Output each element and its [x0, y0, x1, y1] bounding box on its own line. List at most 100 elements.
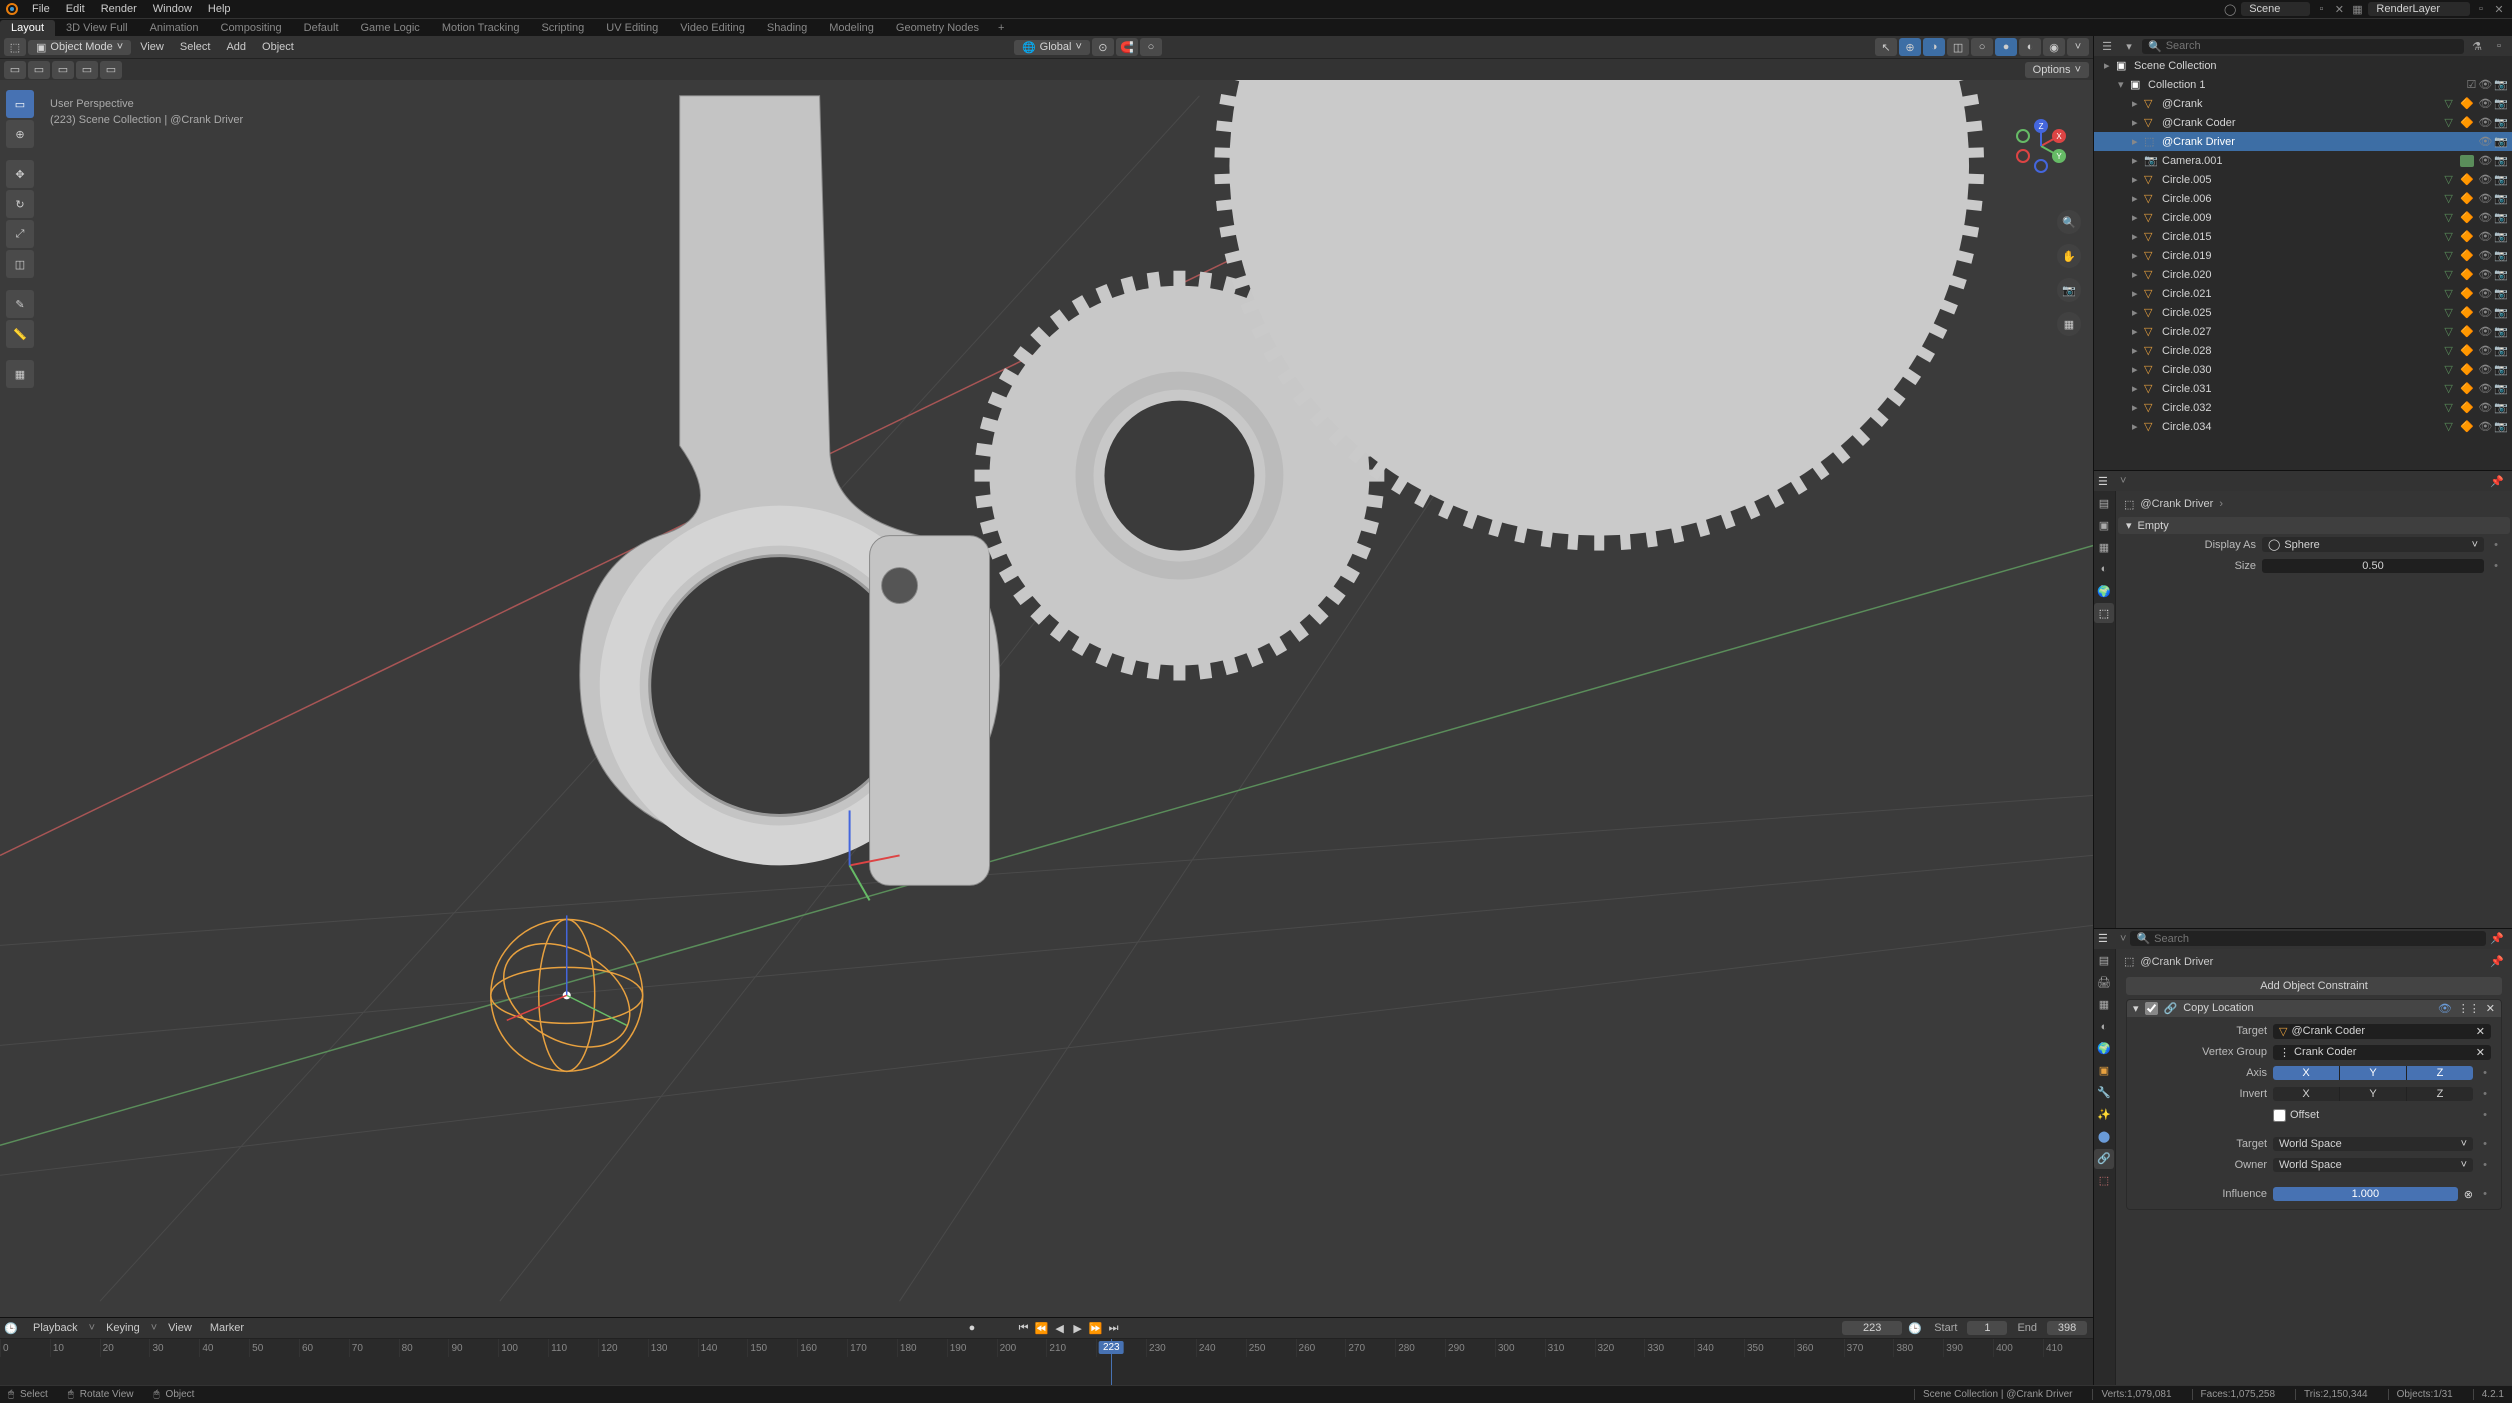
- outliner-row[interactable]: ▸ ▽ Circle.020 ▽🔶 👁📷: [2094, 265, 2512, 284]
- viewport-menu-view[interactable]: View: [133, 41, 171, 53]
- tool-scale[interactable]: ⤢: [6, 220, 34, 248]
- panel-empty-header[interactable]: ▾ Empty: [2118, 517, 2510, 534]
- expand-icon[interactable]: ▸: [2132, 97, 2142, 110]
- pin-icon[interactable]: 📌: [2490, 955, 2504, 968]
- eye-icon[interactable]: 👁: [2478, 211, 2492, 224]
- checkbox-icon[interactable]: ☑: [2466, 78, 2476, 91]
- timeline-menu-playback[interactable]: Playback: [26, 1322, 85, 1334]
- select-mode-set-icon[interactable]: ▭: [4, 61, 26, 79]
- eye-icon[interactable]: 👁: [2478, 420, 2492, 433]
- timeline-menu-keying[interactable]: Keying: [99, 1322, 147, 1334]
- next-keyframe-icon[interactable]: ⏩: [1087, 1320, 1105, 1336]
- menu-window[interactable]: Window: [145, 3, 200, 15]
- outliner-row[interactable]: ▸ ▽ Circle.034 ▽🔶 👁📷: [2094, 417, 2512, 436]
- tool-transform[interactable]: ◫: [6, 250, 34, 278]
- outliner-search-input[interactable]: [2166, 40, 2458, 52]
- eye-icon[interactable]: 👁: [2478, 306, 2492, 319]
- workspace-tab[interactable]: Video Editing: [669, 20, 756, 36]
- workspace-tab[interactable]: Modeling: [818, 20, 885, 36]
- tab-render-icon[interactable]: ▤: [2094, 951, 2114, 971]
- render-icon[interactable]: 📷: [2494, 230, 2508, 243]
- eye-icon[interactable]: 👁: [2478, 287, 2492, 300]
- outliner-row[interactable]: ▸ 📷 Camera.001 👁📷: [2094, 151, 2512, 170]
- tab-viewlayer-icon[interactable]: ▦: [2094, 537, 2114, 557]
- menu-file[interactable]: File: [24, 3, 58, 15]
- tool-rotate[interactable]: ↻: [6, 190, 34, 218]
- render-icon[interactable]: 📷: [2494, 211, 2508, 224]
- eye-icon[interactable]: 👁: [2478, 135, 2492, 148]
- constraint-name[interactable]: Copy Location: [2183, 1002, 2432, 1014]
- axis-y-toggle[interactable]: Y: [2340, 1066, 2407, 1080]
- close-icon[interactable]: ✕: [2476, 1025, 2485, 1038]
- render-icon[interactable]: 📷: [2494, 325, 2508, 338]
- eye-icon[interactable]: 👁: [2478, 173, 2492, 186]
- render-icon[interactable]: 📷: [2494, 363, 2508, 376]
- workspace-tab[interactable]: Game Logic: [350, 20, 431, 36]
- render-icon[interactable]: 📷: [2494, 97, 2508, 110]
- options-dropdown[interactable]: Options ˅: [2025, 62, 2089, 78]
- invert-x-toggle[interactable]: X: [2273, 1087, 2340, 1101]
- workspace-tab[interactable]: Animation: [139, 20, 210, 36]
- jump-end-icon[interactable]: ⏭: [1105, 1320, 1123, 1336]
- workspace-tab[interactable]: Compositing: [210, 20, 293, 36]
- tab-modifiers-icon[interactable]: 🔧: [2094, 1083, 2114, 1103]
- proportional-icon[interactable]: ○: [1140, 38, 1162, 56]
- camera-view-icon[interactable]: 📷: [2057, 278, 2081, 302]
- tool-add[interactable]: ▦: [6, 360, 34, 388]
- extras-icon[interactable]: ⋮⋮: [2458, 1002, 2480, 1015]
- select-mode-intersect-icon[interactable]: ▭: [100, 61, 122, 79]
- end-frame-field[interactable]: 398: [2047, 1321, 2087, 1335]
- expand-icon[interactable]: ▸: [2132, 135, 2142, 148]
- workspace-tab[interactable]: 3D View Full: [55, 20, 139, 36]
- timeline-menu-marker[interactable]: Marker: [203, 1322, 251, 1334]
- tool-select-box[interactable]: ▭: [6, 90, 34, 118]
- animate-prop-icon[interactable]: •: [2479, 1159, 2491, 1171]
- pan-icon[interactable]: ✋: [2057, 244, 2081, 268]
- outliner-row[interactable]: ▸ ▽ Circle.006 ▽🔶 👁📷: [2094, 189, 2512, 208]
- menu-help[interactable]: Help: [200, 3, 239, 15]
- play-reverse-icon[interactable]: ◀: [1051, 1320, 1069, 1336]
- tab-scene-icon[interactable]: ◐: [2094, 1017, 2114, 1037]
- tab-constraints-icon[interactable]: 🔗: [2094, 1149, 2114, 1169]
- workspace-tab[interactable]: UV Editing: [595, 20, 669, 36]
- expand-icon[interactable]: ▸: [2132, 154, 2142, 167]
- animate-prop-icon[interactable]: •: [2479, 1109, 2491, 1121]
- shading-solid-icon[interactable]: ●: [1995, 38, 2017, 56]
- tab-output-icon[interactable]: ▣: [2094, 515, 2114, 535]
- breadcrumb-object[interactable]: @Crank Driver: [2140, 498, 2213, 510]
- outliner-row[interactable]: ▸ ⬚ @Crank Driver 👁📷: [2094, 132, 2512, 151]
- filter-icon[interactable]: ⚗: [2468, 38, 2486, 54]
- add-constraint-button[interactable]: Add Object Constraint: [2126, 977, 2502, 995]
- pin-icon[interactable]: 📌: [2490, 475, 2508, 488]
- select-mode-extend-icon[interactable]: ▭: [28, 61, 50, 79]
- constraint-enable-checkbox[interactable]: [2145, 1002, 2158, 1015]
- nav-gizmo[interactable]: X Y Z: [2013, 118, 2069, 174]
- outliner-row[interactable]: ▸ ▽ Circle.030 ▽🔶 👁📷: [2094, 360, 2512, 379]
- new-scene-icon[interactable]: ▫: [2312, 2, 2330, 16]
- workspace-tab[interactable]: Default: [293, 20, 350, 36]
- render-icon[interactable]: 📷: [2494, 306, 2508, 319]
- tab-particles-icon[interactable]: ✨: [2094, 1105, 2114, 1125]
- outliner-row[interactable]: ▸ ▽ Circle.032 ▽🔶 👁📷: [2094, 398, 2512, 417]
- render-icon[interactable]: 📷: [2494, 173, 2508, 186]
- expand-icon[interactable]: ▸: [2132, 401, 2142, 414]
- render-icon[interactable]: 📷: [2494, 268, 2508, 281]
- render-icon[interactable]: 📷: [2494, 382, 2508, 395]
- expand-icon[interactable]: ▸: [2132, 173, 2142, 186]
- animate-prop-icon[interactable]: •: [2490, 560, 2502, 572]
- display-as-field[interactable]: ◯ Sphere ˅: [2262, 537, 2484, 552]
- close-icon[interactable]: ✕: [2486, 1002, 2495, 1015]
- perspective-toggle-icon[interactable]: ▦: [2057, 312, 2081, 336]
- outliner-row[interactable]: ▾ ▣ Collection 1 ☑👁📷: [2094, 75, 2512, 94]
- tool-annotate[interactable]: ✎: [6, 290, 34, 318]
- viewport-menu-add[interactable]: Add: [219, 41, 253, 53]
- tab-world-icon[interactable]: 🌍: [2094, 1039, 2114, 1059]
- target-field[interactable]: ▽ @Crank Coder ✕: [2273, 1024, 2491, 1039]
- eye-icon[interactable]: 👁: [2478, 116, 2492, 129]
- workspace-tab[interactable]: Geometry Nodes: [885, 20, 990, 36]
- eye-icon[interactable]: 👁: [2478, 382, 2492, 395]
- delete-scene-icon[interactable]: ✕: [2330, 2, 2348, 16]
- tab-object-data-icon[interactable]: ⬚: [2094, 603, 2114, 623]
- expand-icon[interactable]: ▸: [2132, 116, 2142, 129]
- workspace-tab[interactable]: Scripting: [530, 20, 595, 36]
